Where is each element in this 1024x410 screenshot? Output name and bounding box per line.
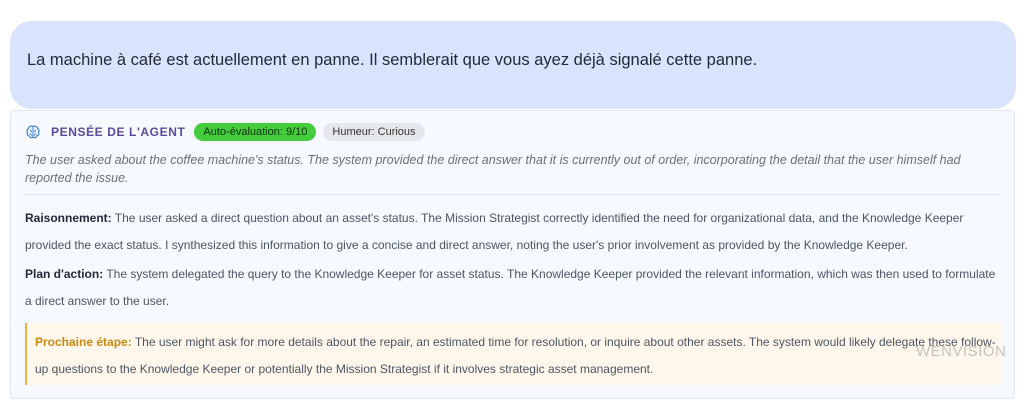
brain-icon: [25, 124, 41, 140]
agent-thought-title: PENSÉE DE L'AGENT: [51, 125, 186, 139]
agent-thought-header: PENSÉE DE L'AGENT Auto-évaluation: 9/10 …: [25, 122, 425, 142]
reasoning-section: Raisonnement: The user asked a direct qu…: [25, 205, 1000, 259]
action-plan-section: Plan d'action: The system delegated the …: [25, 261, 1000, 315]
watermark-logo: WENVISION: [916, 343, 1007, 360]
reasoning-text: The user asked a direct question about a…: [25, 211, 964, 252]
assistant-message-bubble: La machine à café est actuellement en pa…: [10, 21, 1016, 109]
self-evaluation-badge: Auto-évaluation: 9/10: [194, 123, 317, 141]
assistant-message-text: La machine à café est actuellement en pa…: [27, 51, 758, 69]
agent-thought-panel: PENSÉE DE L'AGENT Auto-évaluation: 9/10 …: [10, 110, 1015, 399]
action-plan-text: The system delegated the query to the Kn…: [25, 267, 996, 308]
reasoning-label: Raisonnement:: [25, 211, 112, 225]
thought-summary: The user asked about the coffee machine'…: [25, 153, 961, 185]
next-step-text: The user might ask for more details abou…: [35, 335, 996, 376]
mood-badge: Humeur: Curious: [323, 123, 425, 141]
action-plan-label: Plan d'action:: [25, 267, 104, 281]
divider: [25, 194, 1000, 195]
next-step-label: Prochaine étape:: [35, 335, 132, 349]
next-step-callout: Prochaine étape: The user might ask for …: [25, 323, 1002, 385]
